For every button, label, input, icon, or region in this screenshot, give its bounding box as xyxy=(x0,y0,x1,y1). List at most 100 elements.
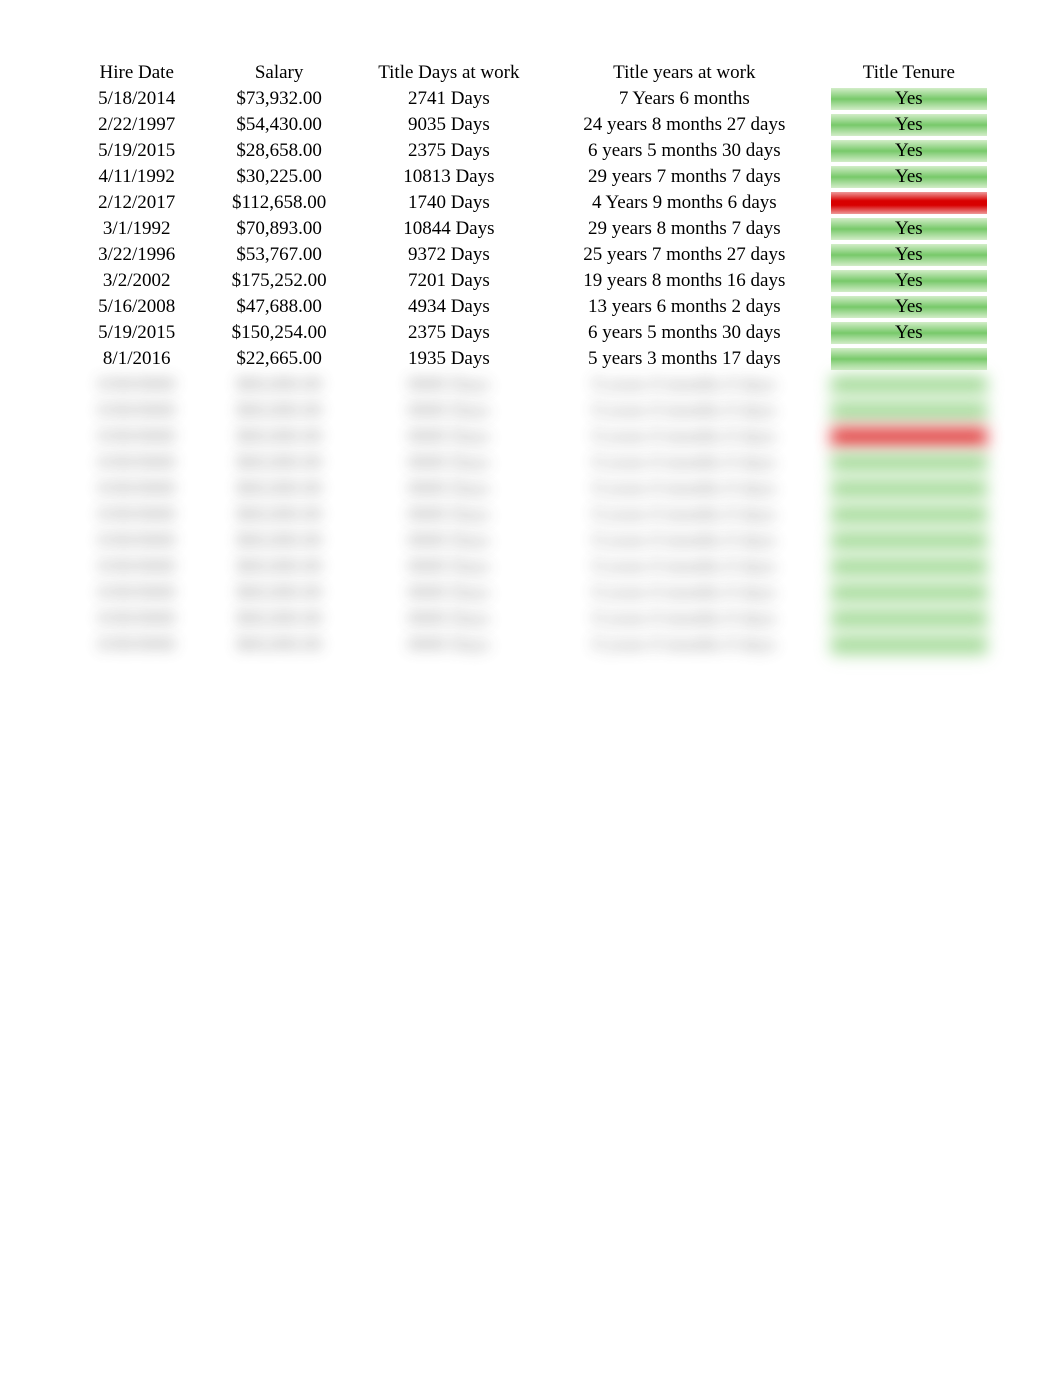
cell-tenure: Yes xyxy=(827,216,991,242)
cell-tenure xyxy=(827,372,991,398)
cell-tenure xyxy=(827,502,991,528)
tenure-badge-no xyxy=(831,426,987,448)
cell-hire-date: 2/22/1997 xyxy=(71,112,202,138)
cell-tenure: Yes xyxy=(827,86,991,112)
cell-years-at-work: 0 years 0 months 0 days xyxy=(542,606,827,632)
table-row: 0/00/0000$00,000.000000 Days0 years 0 mo… xyxy=(71,554,991,580)
cell-hire-date: 2/12/2017 xyxy=(71,190,202,216)
table-row: 0/00/0000$00,000.000000 Days0 years 0 mo… xyxy=(71,580,991,606)
cell-days-at-work: 0000 Days xyxy=(356,398,542,424)
cell-hire-date: 0/00/0000 xyxy=(71,476,202,502)
cell-days-at-work: 9372 Days xyxy=(356,242,542,268)
cell-salary: $00,000.00 xyxy=(202,554,355,580)
header-days-at-work: Title Days at work xyxy=(356,60,542,86)
tenure-badge-yes xyxy=(831,400,987,422)
cell-days-at-work: 0000 Days xyxy=(356,372,542,398)
cell-tenure xyxy=(827,606,991,632)
table-row: 0/00/0000$00,000.000000 Days0 years 0 mo… xyxy=(71,424,991,450)
tenure-badge-yes xyxy=(831,374,987,396)
cell-tenure: Yes xyxy=(827,320,991,346)
tenure-badge-yes xyxy=(831,608,987,630)
header-salary: Salary xyxy=(202,60,355,86)
cell-days-at-work: 0000 Days xyxy=(356,632,542,658)
cell-hire-date: 5/16/2008 xyxy=(71,294,202,320)
cell-days-at-work: 10813 Days xyxy=(356,164,542,190)
cell-hire-date: 3/22/1996 xyxy=(71,242,202,268)
table-row: 0/00/0000$00,000.000000 Days0 years 0 mo… xyxy=(71,372,991,398)
cell-years-at-work: 0 years 0 months 0 days xyxy=(542,450,827,476)
cell-years-at-work: 19 years 8 months 16 days xyxy=(542,268,827,294)
tenure-badge-yes xyxy=(831,452,987,474)
cell-years-at-work: 0 years 0 months 0 days xyxy=(542,554,827,580)
table-row: 2/12/2017$112,658.001740 Days4 Years 9 m… xyxy=(71,190,991,216)
table-row: 3/2/2002$175,252.007201 Days19 years 8 m… xyxy=(71,268,991,294)
cell-days-at-work: 0000 Days xyxy=(356,424,542,450)
cell-hire-date: 0/00/0000 xyxy=(71,502,202,528)
table-row: 0/00/0000$00,000.000000 Days0 years 0 mo… xyxy=(71,398,991,424)
cell-years-at-work: 5 years 3 months 17 days xyxy=(542,346,827,372)
table-header-row: Hire Date Salary Title Days at work Titl… xyxy=(71,60,991,86)
tenure-badge-yes: Yes xyxy=(831,322,987,344)
cell-years-at-work: 25 years 7 months 27 days xyxy=(542,242,827,268)
tenure-badge-yes xyxy=(831,504,987,526)
cell-hire-date: 0/00/0000 xyxy=(71,398,202,424)
table-row: 2/22/1997$54,430.009035 Days24 years 8 m… xyxy=(71,112,991,138)
table-row: 3/22/1996$53,767.009372 Days25 years 7 m… xyxy=(71,242,991,268)
cell-days-at-work: 7201 Days xyxy=(356,268,542,294)
cell-days-at-work: 2741 Days xyxy=(356,86,542,112)
cell-tenure xyxy=(827,554,991,580)
cell-salary: $54,430.00 xyxy=(202,112,355,138)
cell-days-at-work: 0000 Days xyxy=(356,528,542,554)
cell-years-at-work: 0 years 0 months 0 days xyxy=(542,398,827,424)
cell-days-at-work: 0000 Days xyxy=(356,606,542,632)
cell-years-at-work: 6 years 5 months 30 days xyxy=(542,138,827,164)
cell-salary: $00,000.00 xyxy=(202,502,355,528)
cell-salary: $00,000.00 xyxy=(202,528,355,554)
cell-years-at-work: 29 years 7 months 7 days xyxy=(542,164,827,190)
cell-tenure xyxy=(827,398,991,424)
tenure-badge-yes xyxy=(831,478,987,500)
cell-salary: $22,665.00 xyxy=(202,346,355,372)
table-row: 4/11/1992$30,225.0010813 Days29 years 7 … xyxy=(71,164,991,190)
cell-years-at-work: 0 years 0 months 0 days xyxy=(542,372,827,398)
cell-years-at-work: 24 years 8 months 27 days xyxy=(542,112,827,138)
cell-hire-date: 0/00/0000 xyxy=(71,424,202,450)
tenure-badge-yes: Yes xyxy=(831,244,987,266)
cell-salary: $00,000.00 xyxy=(202,476,355,502)
tenure-badge-yes: Yes xyxy=(831,166,987,188)
cell-hire-date: 4/11/1992 xyxy=(71,164,202,190)
cell-hire-date: 0/00/0000 xyxy=(71,372,202,398)
tenure-badge-yes: Yes xyxy=(831,296,987,318)
tenure-badge-yes: Yes xyxy=(831,218,987,240)
table-row: 5/19/2015$28,658.002375 Days6 years 5 mo… xyxy=(71,138,991,164)
cell-salary: $47,688.00 xyxy=(202,294,355,320)
tenure-badge-yes xyxy=(831,634,987,656)
tenure-badge-yes: Yes xyxy=(831,270,987,292)
cell-hire-date: 0/00/0000 xyxy=(71,580,202,606)
cell-tenure xyxy=(827,528,991,554)
cell-years-at-work: 13 years 6 months 2 days xyxy=(542,294,827,320)
cell-tenure xyxy=(827,424,991,450)
cell-hire-date: 0/00/0000 xyxy=(71,632,202,658)
cell-years-at-work: 0 years 0 months 0 days xyxy=(542,528,827,554)
cell-salary: $73,932.00 xyxy=(202,86,355,112)
cell-hire-date: 5/18/2014 xyxy=(71,86,202,112)
cell-salary: $112,658.00 xyxy=(202,190,355,216)
cell-days-at-work: 2375 Days xyxy=(356,138,542,164)
cell-days-at-work: 2375 Days xyxy=(356,320,542,346)
tenure-badge-yes xyxy=(831,582,987,604)
cell-salary: $00,000.00 xyxy=(202,372,355,398)
tenure-badge-yes: Yes xyxy=(831,88,987,110)
cell-days-at-work: 0000 Days xyxy=(356,476,542,502)
cell-tenure xyxy=(827,450,991,476)
table-row: 5/18/2014$73,932.002741 Days7 Years 6 mo… xyxy=(71,86,991,112)
cell-hire-date: 5/19/2015 xyxy=(71,320,202,346)
cell-hire-date: 3/1/1992 xyxy=(71,216,202,242)
cell-years-at-work: 0 years 0 months 0 days xyxy=(542,580,827,606)
cell-years-at-work: 6 years 5 months 30 days xyxy=(542,320,827,346)
cell-salary: $00,000.00 xyxy=(202,450,355,476)
cell-years-at-work: 0 years 0 months 0 days xyxy=(542,502,827,528)
cell-salary: $175,252.00 xyxy=(202,268,355,294)
cell-tenure xyxy=(827,632,991,658)
cell-hire-date: 3/2/2002 xyxy=(71,268,202,294)
